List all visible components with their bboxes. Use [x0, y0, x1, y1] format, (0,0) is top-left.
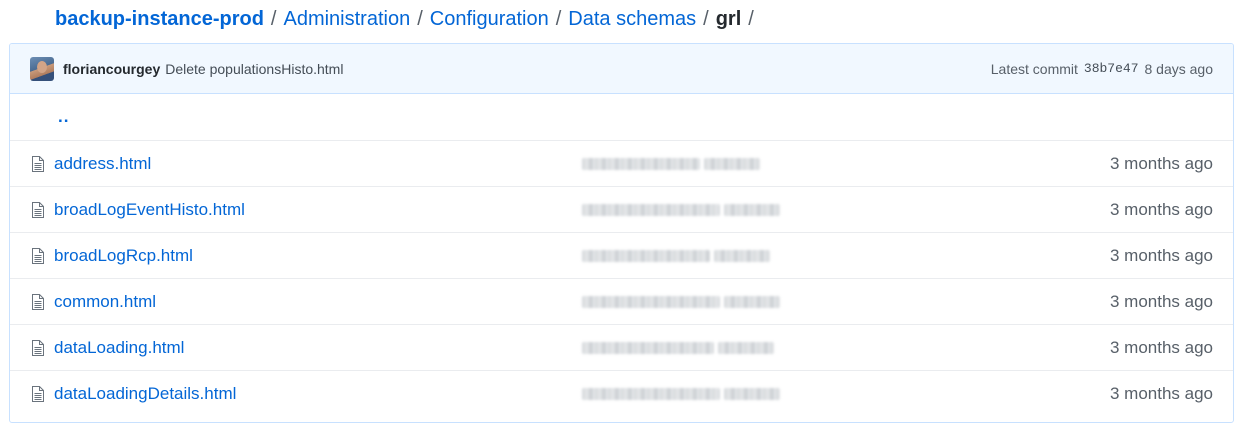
- file-name-link[interactable]: broadLogRcp.html: [54, 246, 574, 266]
- breadcrumb-current-folder: grl: [715, 7, 742, 30]
- file-age: 3 months ago: [1109, 383, 1213, 403]
- table-row: dataLoadingDetails.html 3 months ago: [10, 370, 1233, 416]
- table-row: address.html 3 months ago: [10, 140, 1233, 186]
- blur-block: [704, 158, 760, 170]
- file-name-link[interactable]: dataLoadingDetails.html: [54, 384, 574, 404]
- blurred-commit-message[interactable]: [582, 200, 787, 220]
- breadcrumb: backup-instance-prod / Administration / …: [55, 6, 754, 32]
- table-row: broadLogRcp.html 3 months ago: [10, 232, 1233, 278]
- file-name-link[interactable]: address.html: [54, 154, 574, 174]
- blur-block: [714, 250, 770, 262]
- blur-block: [582, 296, 720, 308]
- commit-message-link[interactable]: Delete populationsHisto.html: [165, 61, 343, 77]
- blurred-commit-message[interactable]: [582, 292, 787, 312]
- file-age: 3 months ago: [1109, 291, 1213, 311]
- breadcrumb-separator: /: [555, 7, 562, 30]
- parent-directory-link[interactable]: ..: [58, 107, 69, 127]
- file-age: 3 months ago: [1109, 245, 1213, 265]
- blurred-commit-message[interactable]: [582, 246, 787, 266]
- blur-block: [724, 388, 780, 400]
- parent-directory-row[interactable]: ..: [10, 94, 1233, 140]
- blurred-commit-message[interactable]: [582, 154, 787, 174]
- latest-commit-bar: floriancourgey Delete populationsHisto.h…: [10, 44, 1233, 94]
- blur-block: [582, 204, 720, 216]
- breadcrumb-administration-link[interactable]: Administration: [283, 8, 410, 31]
- blur-block: [582, 388, 720, 400]
- table-row: common.html 3 months ago: [10, 278, 1233, 324]
- file-name-link[interactable]: dataLoading.html: [54, 338, 574, 358]
- breadcrumb-data-schemas-link[interactable]: Data schemas: [568, 8, 696, 31]
- breadcrumb-separator: /: [270, 7, 277, 30]
- commit-age: 8 days ago: [1144, 60, 1214, 77]
- file-age: 3 months ago: [1109, 153, 1213, 173]
- blur-block: [724, 204, 780, 216]
- blur-block: [582, 158, 700, 170]
- blurred-commit-message[interactable]: [582, 338, 787, 358]
- file-icon: [30, 339, 46, 357]
- file-listing: floriancourgey Delete populationsHisto.h…: [9, 43, 1234, 423]
- file-icon: [30, 201, 46, 219]
- blur-block: [718, 342, 774, 354]
- breadcrumb-configuration-link[interactable]: Configuration: [430, 8, 549, 31]
- file-name-link[interactable]: broadLogEventHisto.html: [54, 200, 574, 220]
- file-age: 3 months ago: [1109, 337, 1213, 357]
- file-age: 3 months ago: [1109, 199, 1213, 219]
- file-icon: [30, 293, 46, 311]
- breadcrumb-separator: /: [703, 7, 709, 30]
- latest-commit-label: Latest commit: [990, 60, 1078, 77]
- breadcrumb-repo-link[interactable]: backup-instance-prod: [55, 8, 264, 31]
- avatar[interactable]: [30, 56, 54, 81]
- commit-meta: Latest commit 38b7e47 8 days ago: [991, 61, 1213, 77]
- table-row: dataLoading.html 3 months ago: [10, 324, 1233, 370]
- file-rows: .. address.html 3 months ago broadLogEve…: [10, 94, 1233, 416]
- table-row: broadLogEventHisto.html 3 months ago: [10, 186, 1233, 232]
- commit-sha-link[interactable]: 38b7e47: [1084, 61, 1139, 76]
- file-icon: [30, 385, 46, 403]
- file-icon: [30, 247, 46, 265]
- blurred-commit-message[interactable]: [582, 384, 787, 404]
- breadcrumb-separator: /: [748, 7, 754, 30]
- file-name-link[interactable]: common.html: [54, 292, 574, 312]
- blur-block: [724, 296, 780, 308]
- breadcrumb-separator: /: [417, 7, 423, 30]
- commit-author-link[interactable]: floriancourgey: [63, 61, 160, 77]
- file-icon: [30, 155, 46, 173]
- blur-block: [582, 250, 710, 262]
- avatar-face: [37, 60, 47, 73]
- blur-block: [582, 342, 714, 354]
